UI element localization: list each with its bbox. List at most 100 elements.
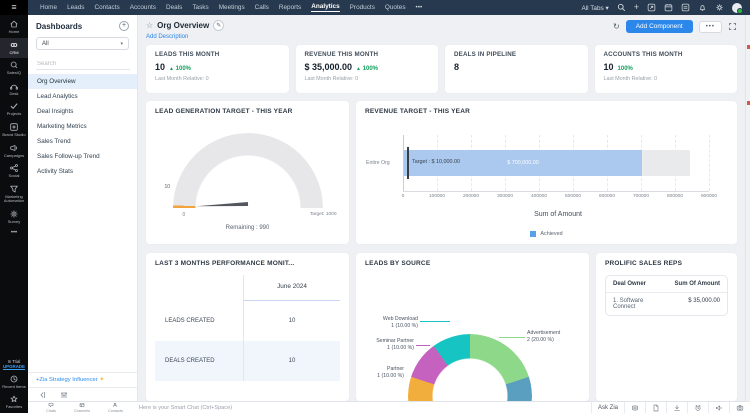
tab-reports[interactable]: Reports [279,4,301,11]
sidebar-item-social[interactable]: Social [0,161,28,182]
ask-zia-button[interactable]: Ask Zia [591,402,624,413]
tab-quotes[interactable]: Quotes [385,4,406,11]
sidebar-item-desk[interactable]: Desk [0,79,28,100]
favorite-star-icon[interactable]: ☆ [146,21,153,30]
kpi-card-revenue-this-month[interactable]: REVENUE THIS MONTH $ 35,000.00 ▲ 100% La… [295,44,440,94]
contacts-button[interactable]: Contacts [108,402,123,413]
chats-button[interactable]: Chats [46,402,56,413]
up-arrow-icon: ▲ [169,66,174,72]
chat-bubble-icon [48,402,54,408]
kpi-card-accounts-this-month[interactable]: ACCOUNTS THIS MONTH 10 100% Last Month R… [594,44,739,94]
sidebar-item-crm[interactable]: CRM [0,38,28,59]
person-icon [112,402,118,408]
kpi-card-leads-this-month[interactable]: LEADS THIS MONTH 10 ▲ 100% Last Month Re… [145,44,290,94]
app-sidebar: Home CRM SalesIQ Desk Projects Brand Stu… [0,15,28,413]
sidebar-item-recent-items[interactable]: Recent Items [0,372,28,393]
upgrade-link[interactable]: UPGRADE [3,364,25,369]
kpi-card-deals-in-pipeline[interactable]: DEALS IN PIPELINE 8 [444,44,589,94]
tabs-overflow-icon[interactable]: ••• [416,4,423,11]
tab-analytics[interactable]: Analytics [311,3,339,12]
chevron-down-icon: ▾ [120,41,123,47]
performance-column-header: June 2024 [243,275,340,301]
top-navbar: ≡ Home Leads Contacts Accounts Deals Tas… [0,0,750,15]
module-tabs: Home Leads Contacts Accounts Deals Tasks… [40,3,422,12]
sidebar-item-brand-studio[interactable]: Brand Studio [0,120,28,141]
page-title: Org Overview [157,21,209,30]
table-row: DEALS CREATED [155,341,243,381]
zia-bot-icon[interactable] [624,402,645,413]
vertical-scrollbar[interactable] [745,15,750,401]
dashboard-item-deal-insights[interactable]: Deal Insights [28,104,137,119]
tab-products[interactable]: Products [350,4,375,11]
marketing-automation-icon [9,184,19,194]
zia-strategy-influencer-link[interactable]: +Zia Strategy Influencer ✦ [28,372,137,387]
salesiq-icon [9,60,19,70]
add-component-button[interactable]: Add Component [626,20,693,33]
dashboard-search-input[interactable] [36,59,130,70]
user-avatar[interactable] [732,3,742,13]
announcement-icon[interactable] [708,402,729,413]
lead-generation-gauge-card[interactable]: LEAD GENERATION TARGET - THIS YEAR 10 0 … [145,100,350,245]
camera-icon[interactable] [729,402,750,413]
tab-contacts[interactable]: Contacts [94,4,119,11]
gauge-remaining-label: Remaining : 990 [155,225,340,231]
hamburger-icon[interactable]: ≡ [0,0,28,15]
tab-meetings[interactable]: Meetings [219,4,245,11]
dashboard-item-org-overview[interactable]: Org Overview [28,74,137,89]
tab-deals[interactable]: Deals [166,4,182,11]
tab-home[interactable]: Home [40,4,57,11]
smart-chat-input[interactable]: Here is your Smart Chat (Ctrl+Space) [139,405,591,411]
sidebar-more-icon[interactable]: ••• [0,228,28,240]
alarm-icon[interactable] [687,402,708,413]
performance-monitor-card[interactable]: LAST 3 MONTHS PERFORMANCE MONIT... June … [145,252,350,402]
dashboards-panel-title: Dashboards [36,22,82,31]
dashboard-item-activity-stats[interactable]: Activity Stats [28,164,137,179]
refresh-icon[interactable]: ↻ [613,22,620,31]
whats-new-icon[interactable] [647,3,656,12]
add-description-link[interactable]: Add Description [146,34,224,40]
revenue-target-card[interactable]: REVENUE TARGET - THIS YEAR $ 700,000.00 … [355,100,738,245]
marketplace-icon[interactable] [681,3,690,12]
tab-tasks[interactable]: Tasks [192,4,208,11]
table-row: LEADS CREATED [155,301,243,341]
performance-table: June 2024 LEADS CREATED 10 DEALS CREATED… [155,275,340,381]
channels-icon [79,402,85,408]
zoho-crm-window: ≡ Home Leads Contacts Accounts Deals Tas… [0,0,750,413]
dashboard-item-lead-analytics[interactable]: Lead Analytics [28,89,137,104]
calendar-icon[interactable] [664,3,673,12]
edit-dashboard-button[interactable]: ✎ [213,20,224,31]
tab-accounts[interactable]: Accounts [130,4,156,11]
dashboard-item-marketing-metrics[interactable]: Marketing Metrics [28,119,137,134]
dashboard-item-sales-trend[interactable]: Sales Trend [28,134,137,149]
download-icon[interactable] [666,402,687,413]
sidebar-item-campaigns[interactable]: Campaigns [0,141,28,162]
donut-label-advertisement: Advertisement2 (20.00 %) [527,330,579,343]
add-dashboard-button[interactable]: + [119,21,129,31]
document-icon[interactable] [645,402,666,413]
sidebar-item-marketing-automation[interactable]: Marketing Automation [0,182,28,207]
leads-by-source-card[interactable]: LEADS BY SOURCE Web Download1 (10.00 %) … [355,252,590,402]
settings-icon[interactable] [715,3,724,12]
sidebar-item-survey[interactable]: Survey [0,207,28,228]
projects-icon [9,101,19,111]
sidebar-item-projects[interactable]: Projects [0,99,28,120]
more-options-button[interactable]: ••• [699,21,722,33]
dashboard-item-sales-follow-up-trend[interactable]: Sales Follow-up Trend [28,149,137,164]
sidebar-item-salesiq[interactable]: SalesIQ [0,58,28,79]
prolific-sales-reps-card[interactable]: PROLIFIC SALES REPS Deal Owner Sum Of Am… [595,252,738,402]
all-tabs-dropdown[interactable]: All Tabs ▾ [581,4,608,12]
channels-button[interactable]: Channels [74,402,90,413]
sidebar-item-home[interactable]: Home [0,17,28,38]
dashboard-filter-select[interactable]: All ▾ [36,37,129,50]
quick-add-icon[interactable]: + [634,3,639,12]
tab-calls[interactable]: Calls [255,4,269,11]
search-icon[interactable] [617,3,626,12]
fullscreen-icon[interactable] [728,22,737,31]
collapse-panel-icon[interactable] [38,391,46,399]
donut-label-seminar-partner: Seminar Partner1 (10.00 %) [358,338,414,351]
notifications-icon[interactable] [698,3,707,12]
tab-leads[interactable]: Leads [67,4,84,11]
revenue-bullet-chart: $ 700,000.00 Target : $ 10,000.00 Entire… [403,135,713,205]
sidebar-item-favorites[interactable]: Favorites [0,392,28,413]
filter-sliders-icon[interactable] [60,391,68,399]
